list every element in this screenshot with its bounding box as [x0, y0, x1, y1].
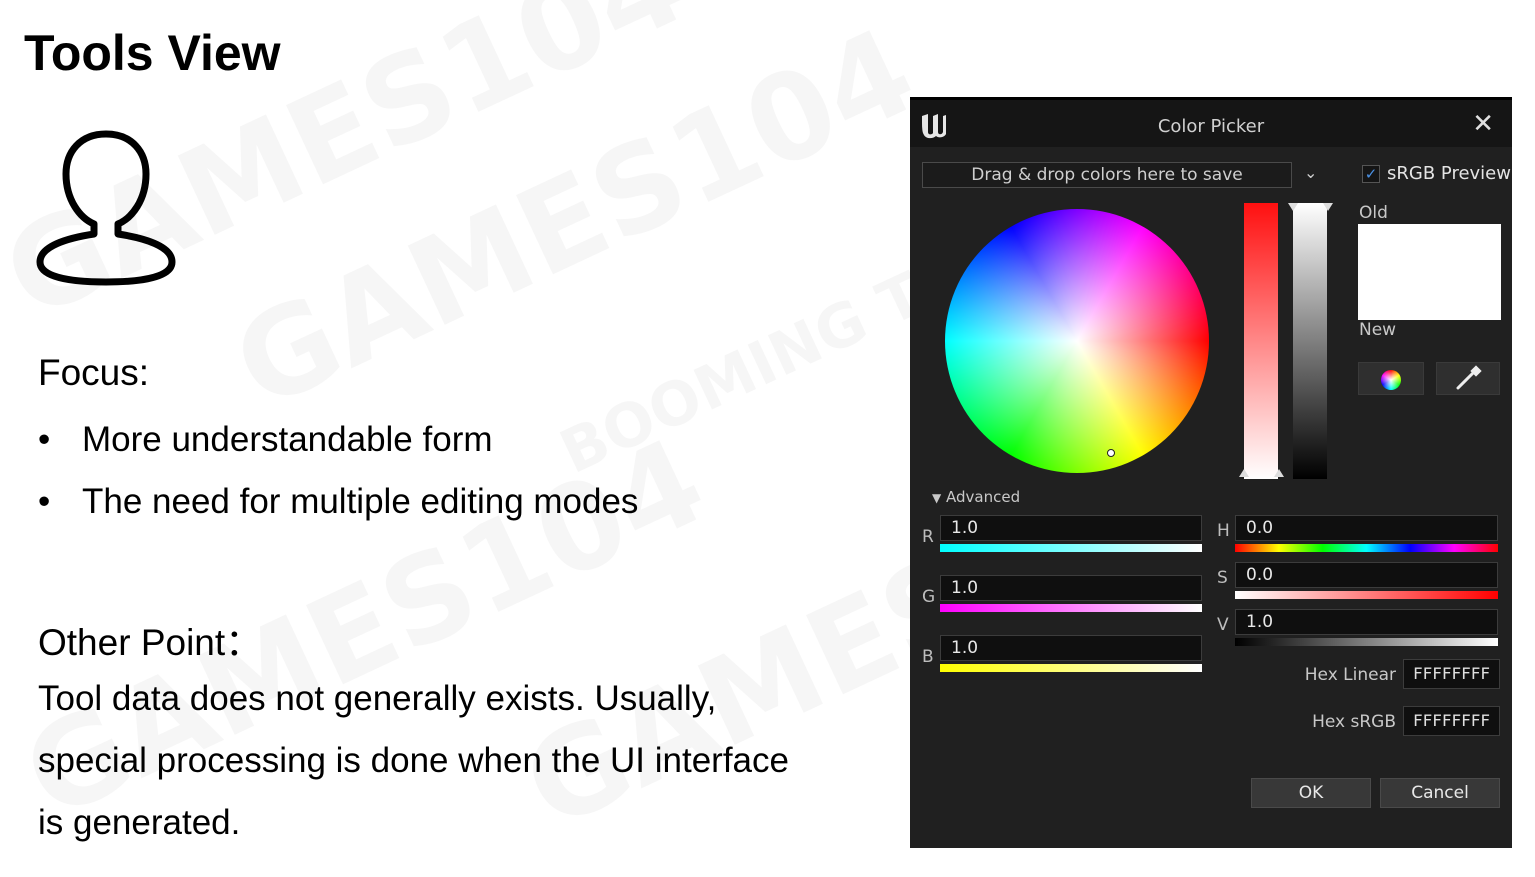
red-channel-label: R	[922, 527, 934, 547]
advanced-toggle[interactable]: ▼ Advanced	[932, 488, 1020, 506]
value-slider-handle[interactable]	[1323, 203, 1333, 211]
green-channel-label: G	[922, 587, 936, 607]
color-preview-swatch	[1358, 224, 1501, 320]
blue-channel-label: B	[922, 647, 934, 667]
value-gradient-bar[interactable]	[1235, 638, 1498, 646]
red-gradient-bar[interactable]	[940, 544, 1202, 552]
srgb-preview-label: sRGB Preview	[1387, 163, 1511, 184]
focus-heading: Focus:	[38, 352, 150, 393]
eyedropper-icon	[1456, 365, 1482, 390]
cancel-button[interactable]: Cancel	[1380, 778, 1500, 808]
green-gradient-bar[interactable]	[940, 604, 1202, 612]
eyedropper-button[interactable]	[1436, 362, 1500, 395]
person-outline-icon	[36, 130, 176, 286]
color-wheel-cursor[interactable]	[1107, 449, 1115, 457]
slide-title: Tools View	[24, 25, 281, 81]
hue-gradient-bar[interactable]	[1235, 544, 1498, 552]
saturation-value-field[interactable]: 0.0	[1235, 562, 1498, 588]
value-channel-label: V	[1217, 615, 1229, 635]
list-item-text: The need for multiple editing modes	[82, 482, 639, 521]
hue-value-field[interactable]: 0.0	[1235, 515, 1498, 541]
hex-linear-label: Hex Linear	[1304, 665, 1396, 685]
saturation-channel-label: S	[1217, 568, 1228, 588]
new-color-label: New	[1359, 320, 1397, 340]
hex-srgb-field[interactable]: FFFFFFFF	[1403, 706, 1500, 736]
watermark: GAMES104	[215, 2, 935, 436]
other-point-heading: Other Point：	[38, 622, 263, 663]
chevron-down-icon[interactable]: ⌄	[1304, 163, 1317, 182]
value-value-field[interactable]: 1.0	[1235, 609, 1498, 635]
bullet-icon: •	[38, 420, 51, 459]
old-color-label: Old	[1359, 203, 1388, 223]
red-value-field[interactable]: 1.0	[940, 515, 1202, 541]
color-picker-window: Color Picker ✕ Drag & drop colors here t…	[910, 97, 1512, 848]
close-icon[interactable]: ✕	[1472, 111, 1494, 137]
bullet-icon: •	[38, 482, 51, 521]
saturation-slider-handle[interactable]	[1239, 469, 1249, 477]
srgb-preview-checkbox[interactable]: ✓	[1362, 165, 1380, 183]
list-item: • The need for multiple editing modes	[38, 480, 638, 542]
saturation-gradient-bar[interactable]	[1235, 591, 1498, 599]
saturation-slider-handle[interactable]	[1274, 469, 1284, 477]
hex-srgb-label: Hex sRGB	[1312, 712, 1396, 732]
window-title: Color Picker	[1157, 116, 1265, 137]
ok-button[interactable]: OK	[1251, 778, 1371, 808]
hue-channel-label: H	[1217, 521, 1230, 541]
other-point-text: Tool data does not generally exists. Usu…	[38, 679, 789, 842]
color-wheel-mode-button[interactable]	[1358, 362, 1424, 395]
list-item: • More understandable form	[38, 418, 638, 480]
title-bar[interactable]: Color Picker ✕	[910, 97, 1512, 147]
saturation-slider[interactable]	[1244, 203, 1278, 479]
triangle-down-icon: ▼	[932, 491, 942, 505]
blue-value-field[interactable]: 1.0	[940, 635, 1202, 661]
list-item-text: More understandable form	[82, 420, 493, 459]
green-value-field[interactable]: 1.0	[940, 575, 1202, 601]
focus-list: • More understandable form • The need for …	[38, 418, 638, 542]
hex-linear-field[interactable]: FFFFFFFF	[1403, 659, 1500, 689]
color-wheel[interactable]	[945, 209, 1209, 473]
color-drop-zone[interactable]: Drag & drop colors here to save	[922, 162, 1292, 188]
value-slider[interactable]	[1293, 203, 1327, 479]
blue-gradient-bar[interactable]	[940, 664, 1202, 672]
advanced-label: Advanced	[946, 488, 1021, 506]
color-wheel-icon	[1381, 370, 1401, 390]
value-slider-handle[interactable]	[1288, 203, 1298, 211]
